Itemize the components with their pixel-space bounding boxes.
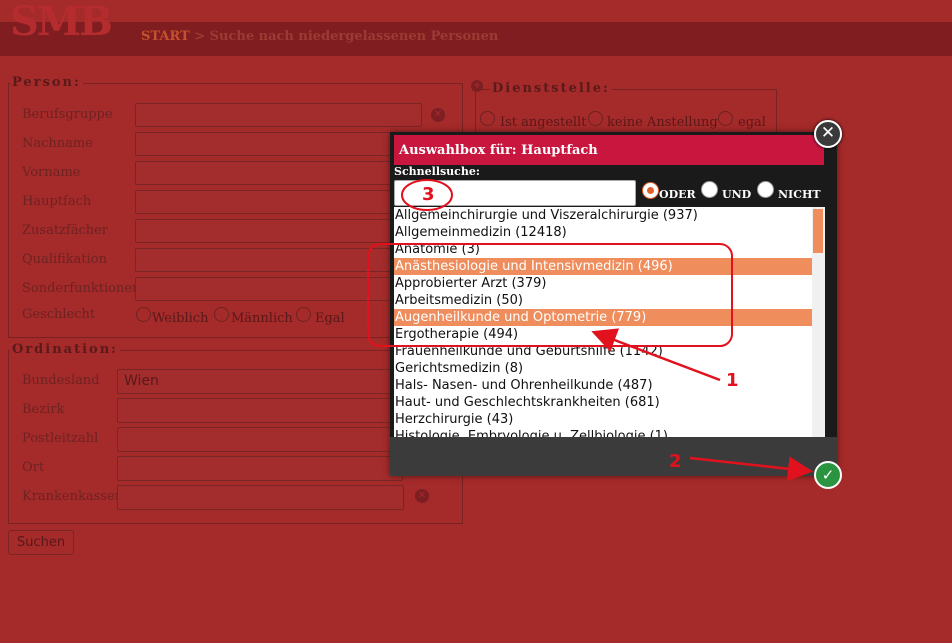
dienststelle-expand-icon[interactable]: +	[471, 80, 483, 92]
person-legend: Person:	[10, 75, 83, 90]
suchen-button[interactable]: Suchen	[8, 530, 74, 555]
gender-weiblich-label: Weiblich	[152, 311, 209, 326]
dialog-title-bar: Auswahlbox für: Hauptfach	[394, 135, 824, 165]
dienststelle-angestellt-label: Ist angestellt	[500, 115, 587, 130]
list-item[interactable]: Arbeitsmedizin (50)	[394, 292, 812, 309]
logic-oder-radio[interactable]	[642, 182, 659, 199]
gender-egal-radio[interactable]	[296, 307, 311, 322]
annotation-number-3: 3	[422, 184, 435, 205]
qualifikation-label: Qualifikation	[22, 252, 107, 267]
dienststelle-angestellt-radio[interactable]	[480, 111, 495, 126]
nachname-field[interactable]	[135, 132, 391, 156]
zusatzfaecher-label: Zusatzfächer	[22, 223, 109, 238]
nachname-label: Nachname	[22, 136, 93, 151]
gender-egal-label: Egal	[315, 311, 345, 326]
hauptfach-listbox[interactable]: Allgemeinchirurgie und Viszeralchirurgie…	[394, 207, 825, 437]
berufsgruppe-field[interactable]	[135, 103, 422, 127]
zusatzfaecher-field[interactable]	[135, 219, 391, 243]
logic-nicht-radio[interactable]	[757, 181, 774, 198]
list-item[interactable]: Frauenheilkunde und Geburtshilfe (1142)	[394, 343, 812, 360]
list-item[interactable]: Haut- und Geschlechtskrankheiten (681)	[394, 394, 812, 411]
close-icon[interactable]: ✕	[814, 120, 842, 148]
gender-weiblich-radio[interactable]	[136, 307, 151, 322]
bezirk-field[interactable]	[117, 398, 403, 423]
bundesland-select[interactable]: Wien	[117, 369, 403, 394]
vorname-field[interactable]	[135, 161, 391, 185]
krankenkassen-clear-icon[interactable]: ✕	[415, 489, 429, 503]
postleitzahl-field[interactable]	[117, 427, 403, 452]
confirm-check-icon[interactable]: ✓	[814, 461, 842, 489]
annotation-number-1: 1	[726, 370, 739, 391]
list-item[interactable]: Gerichtsmedizin (8)	[394, 360, 812, 377]
dialog-footer	[390, 437, 837, 476]
list-item-selected[interactable]: Augenheilkunde und Optometrie (779)	[394, 309, 812, 326]
list-item-selected[interactable]: Anästhesiologie und Intensivmedizin (496…	[394, 258, 812, 275]
bezirk-label: Bezirk	[22, 402, 65, 417]
list-item-label: Allgemeinchirurgie und Viszeralchirurgie…	[395, 208, 698, 223]
list-item-label: Frauenheilkunde und Geburtshilfe (1142)	[395, 344, 663, 359]
bundesland-value: Wien	[124, 373, 159, 389]
berufsgruppe-label: Berufsgruppe	[22, 107, 113, 122]
list-scrollbar[interactable]	[812, 207, 825, 437]
list-item-label: Allgemeinmedizin (12418)	[395, 225, 567, 240]
postleitzahl-label: Postleitzahl	[22, 431, 99, 446]
geschlecht-label: Geschlecht	[22, 307, 96, 322]
breadcrumb: START > Suche nach niedergelassenen Pers…	[141, 29, 498, 44]
list-item-label: Ergotherapie (494)	[395, 327, 519, 342]
logo: SMB	[10, 0, 113, 45]
list-item-label: Herzchirurgie (43)	[395, 412, 514, 427]
list-item[interactable]: Allgemeinchirurgie und Viszeralchirurgie…	[394, 207, 812, 224]
berufsgruppe-clear-icon[interactable]: ✕	[431, 108, 445, 122]
page-header: SMB START > Suche nach niedergelassenen …	[0, 0, 952, 56]
list-item-label: Arbeitsmedizin (50)	[395, 293, 523, 308]
dienststelle-keine-label: keine Anstellung	[607, 115, 718, 130]
list-item-label: Anatomie (3)	[395, 242, 480, 257]
breadcrumb-start-link[interactable]: START	[141, 29, 190, 44]
gender-maennlich-label: Männlich	[231, 311, 293, 326]
list-item[interactable]: Histologie, Embryologie u. Zellbiologie …	[394, 428, 812, 437]
list-item-label: Augenheilkunde und Optometrie (779)	[395, 310, 647, 325]
dialog-title: Auswahlbox für: Hauptfach	[399, 143, 598, 158]
list-item-label: Approbierter Arzt (379)	[395, 276, 547, 291]
sonderfunktionen-field[interactable]	[135, 277, 391, 301]
sonderfunktionen-label: Sonderfunktionen	[22, 281, 141, 296]
ort-label: Ort	[22, 460, 45, 475]
logic-und-label: UND	[722, 188, 752, 201]
logic-nicht-label: NICHT	[778, 188, 821, 201]
list-item-label: Haut- und Geschlechtskrankheiten (681)	[395, 395, 660, 410]
ort-field[interactable]	[117, 456, 403, 481]
qualifikation-field[interactable]	[135, 248, 391, 272]
breadcrumb-current: > Suche nach niedergelassenen Personen	[189, 29, 499, 44]
list-item[interactable]: Allgemeinmedizin (12418)	[394, 224, 812, 241]
krankenkassen-field[interactable]	[117, 485, 404, 510]
gender-maennlich-radio[interactable]	[214, 307, 229, 322]
list-item-label: Gerichtsmedizin (8)	[395, 361, 524, 376]
hauptfach-field[interactable]	[135, 190, 391, 214]
quick-search-label: Schnellsuche:	[394, 165, 480, 178]
list-item[interactable]: Herzchirurgie (43)	[394, 411, 812, 428]
list-item[interactable]: Ergotherapie (494)	[394, 326, 812, 343]
list-item[interactable]: Anatomie (3)	[394, 241, 812, 258]
logic-und-radio[interactable]	[701, 181, 718, 198]
list-item-label: Hals- Nasen- und Ohrenheilkunde (487)	[395, 378, 653, 393]
krankenkassen-label: Krankenkassen	[22, 489, 124, 504]
bundesland-label: Bundesland	[22, 373, 100, 388]
dienststelle-keine-radio[interactable]	[588, 111, 603, 126]
ordination-legend: Ordination:	[10, 342, 120, 357]
logic-oder-label: ODER	[659, 188, 696, 201]
dienststelle-egal-label: egal	[738, 115, 766, 130]
list-item[interactable]: Approbierter Arzt (379)	[394, 275, 812, 292]
vorname-label: Vorname	[22, 165, 81, 180]
annotation-number-2: 2	[669, 451, 682, 472]
list-scrollbar-thumb[interactable]	[813, 209, 823, 253]
dienststelle-legend: Dienststelle:	[490, 81, 612, 96]
list-item-label: Anästhesiologie und Intensivmedizin (496…	[395, 259, 673, 274]
list-item[interactable]: Hals- Nasen- und Ohrenheilkunde (487)	[394, 377, 812, 394]
hauptfach-label: Hauptfach	[22, 194, 92, 209]
dienststelle-egal-radio[interactable]	[718, 111, 733, 126]
list-item-label: Histologie, Embryologie u. Zellbiologie …	[395, 429, 669, 437]
